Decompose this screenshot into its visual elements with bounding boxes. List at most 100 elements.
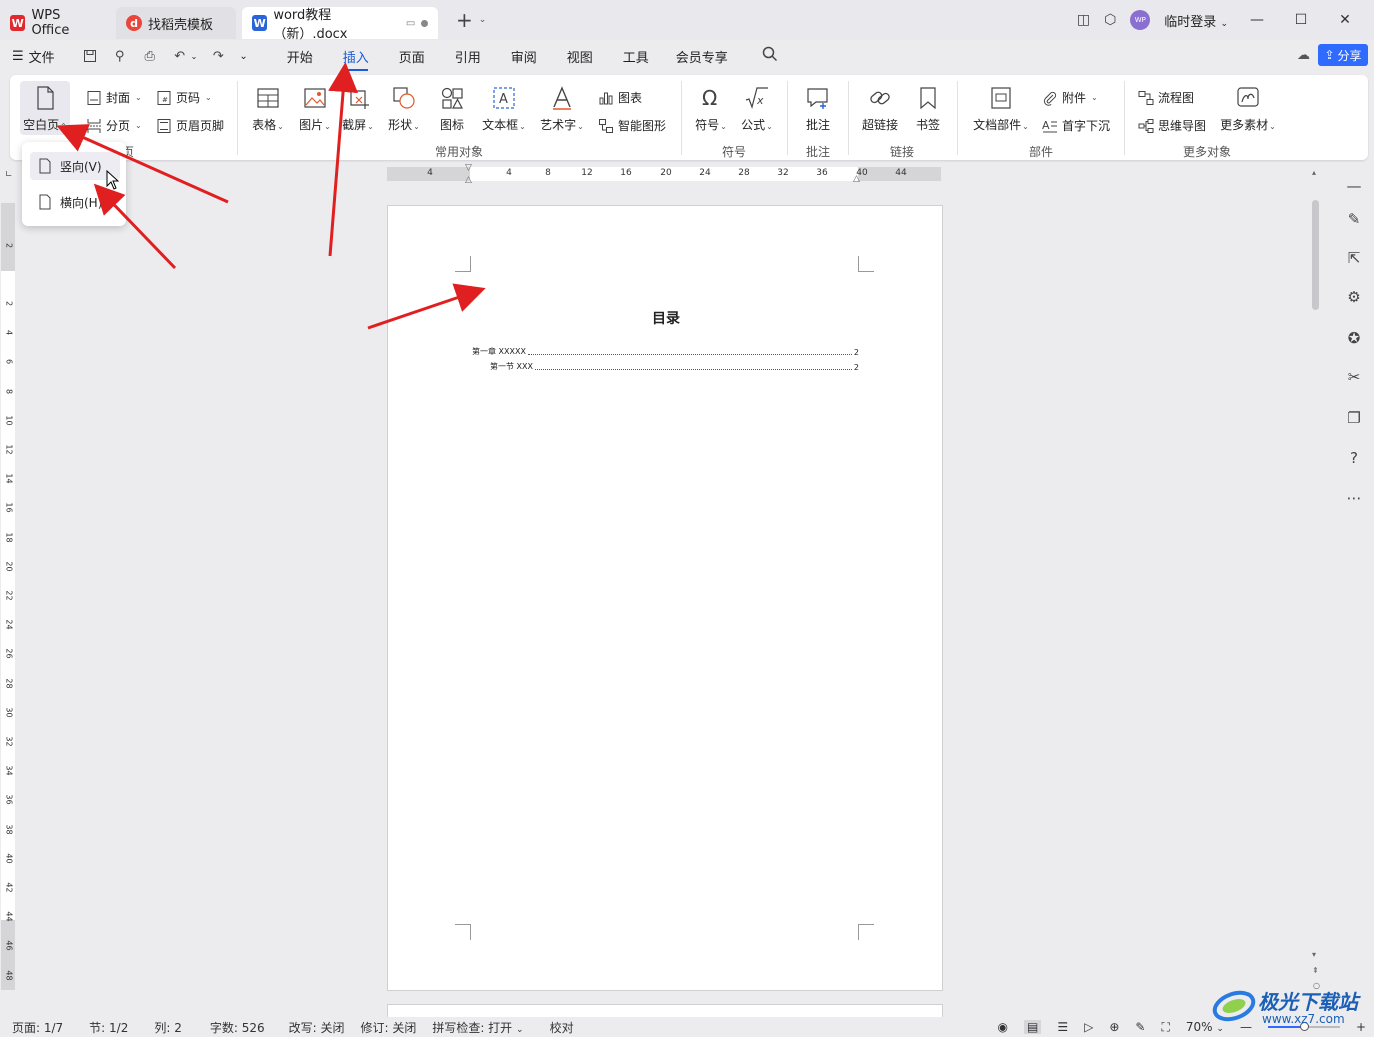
write-mode-icon[interactable]: ✎	[1135, 1020, 1145, 1034]
web-view-icon[interactable]: ⊕	[1109, 1020, 1119, 1034]
group-label-links: 链接	[890, 145, 915, 159]
redo-icon[interactable]: ↷	[209, 47, 227, 65]
layout-icon[interactable]: ◫	[1077, 12, 1090, 28]
flowchart-button[interactable]: 流程图	[1138, 89, 1194, 106]
unsaved-dot-icon[interactable]	[421, 19, 428, 27]
comment-button[interactable]: 批注	[798, 85, 838, 133]
tab-stop-selector[interactable]: ∟	[5, 170, 13, 180]
screenshot-button[interactable]: 截屏⌄	[338, 85, 378, 133]
share-link-icon[interactable]: ⚲	[111, 47, 129, 65]
undo-dropdown-icon[interactable]: ⌄	[191, 52, 198, 61]
formula-button[interactable]: x 公式⌄	[736, 85, 778, 133]
icon-button[interactable]: 图标	[432, 85, 472, 133]
tab-review[interactable]: 审阅	[496, 47, 552, 66]
header-footer-button[interactable]: 页眉页脚	[156, 117, 224, 134]
maximize-icon[interactable]: ☐	[1286, 12, 1316, 28]
outline-view-icon[interactable]: ☰	[1057, 1020, 1068, 1034]
more-icon[interactable]: ⋯	[1343, 487, 1365, 509]
proofread-status[interactable]: 校对	[550, 1019, 574, 1036]
avatar[interactable]: WP	[1130, 10, 1151, 30]
select-pointer-icon[interactable]: ⇱	[1343, 247, 1365, 269]
next-page[interactable]	[387, 1004, 943, 1018]
horizontal-ruler[interactable]: 4 4 8 12 16 20 24 28 32 36 40 44 ▽ △ △	[387, 163, 941, 185]
tab-references[interactable]: 引用	[440, 47, 496, 66]
tab-view[interactable]: 视图	[552, 47, 608, 66]
login-button[interactable]: 临时登录 ⌄	[1164, 11, 1228, 30]
page-number-button[interactable]: # 页码 ⌄	[156, 89, 212, 106]
fit-icon[interactable]: ⛶	[1161, 1020, 1169, 1035]
tab-template[interactable]: d 找稻壳模板	[116, 7, 236, 39]
page-view-icon[interactable]: ▤	[1024, 1020, 1042, 1034]
svg-text:A: A	[499, 92, 508, 107]
indent-marker-icon[interactable]: △	[465, 175, 472, 185]
right-indent-marker-icon[interactable]: △	[853, 174, 860, 184]
landscape-label: 横向(H)	[60, 195, 103, 210]
toc-entry[interactable]: 第一章 XXXXX 2	[472, 346, 859, 357]
tab-wps-office[interactable]: W WPS Office	[0, 7, 110, 39]
book-icon[interactable]: ❐	[1343, 407, 1365, 429]
track-changes-status[interactable]: 修订: 关闭	[360, 1019, 416, 1036]
chevron-down-icon[interactable]: ⌄	[479, 15, 487, 25]
chart-button[interactable]: 图表	[598, 89, 642, 106]
cube-icon[interactable]: ⬡	[1104, 12, 1116, 28]
doc-parts-button[interactable]: 文档部件⌄	[968, 85, 1034, 133]
help-icon[interactable]: ?	[1343, 447, 1365, 469]
textbox-button[interactable]: A 文本框⌄	[478, 85, 530, 133]
collapse-icon[interactable]: —	[1343, 175, 1365, 197]
column-status[interactable]: 列: 2	[154, 1019, 182, 1036]
ruler-tick: 28	[738, 168, 750, 178]
toc-entry[interactable]: 第一节 XXX 2	[490, 361, 859, 372]
print-preview-icon[interactable]: ⎙	[141, 47, 159, 65]
tab-membership[interactable]: 会员专享	[664, 47, 740, 66]
page-status[interactable]: 页面: 1/7	[12, 1019, 63, 1036]
blank-page-button[interactable]: 空白页⌃	[20, 81, 70, 135]
section-status[interactable]: 节: 1/2	[89, 1019, 128, 1036]
symbol-button[interactable]: Ω 符号⌄	[690, 85, 732, 133]
close-icon[interactable]: ✕	[1330, 12, 1360, 28]
bookmark-button[interactable]: 书签	[908, 85, 948, 133]
prev-page-icon[interactable]: ⇞	[1312, 966, 1319, 975]
pen-icon[interactable]: ✎	[1343, 208, 1365, 230]
wordart-button[interactable]: 艺术字⌄	[536, 85, 588, 133]
mindmap-button[interactable]: 思维导图	[1138, 117, 1206, 134]
picture-button[interactable]: 图片⌄	[295, 85, 335, 133]
smart-graphic-button[interactable]: 智能图形	[598, 117, 666, 134]
sliders-icon[interactable]: ⚙	[1343, 286, 1365, 308]
tab-home[interactable]: 开始	[272, 47, 328, 66]
overtype-status[interactable]: 改写: 关闭	[289, 1019, 345, 1036]
file-menu[interactable]: ☰ 文件	[12, 47, 55, 66]
more-material-button[interactable]: 更多素材⌄	[1216, 85, 1280, 133]
tools-icon[interactable]: ✂	[1343, 366, 1365, 388]
shape-button[interactable]: 形状⌄	[384, 85, 424, 133]
more-quick-icon[interactable]: ⌄	[239, 51, 247, 62]
eye-icon[interactable]: ◉	[998, 1020, 1008, 1034]
cloud-icon[interactable]: ☁	[1297, 48, 1310, 63]
tab-document[interactable]: W word教程（新）.docx ▭	[242, 7, 438, 42]
scroll-up-icon[interactable]: ▴	[1312, 168, 1316, 177]
tab-tools[interactable]: 工具	[608, 47, 664, 66]
page-break-button[interactable]: 分页 ⌄	[86, 117, 142, 134]
ribbon: 空白页⌃ 封面 ⌄ # 页码 ⌄ 分页 ⌄ 页眉页脚 页 表格⌄ 图片⌄ 截屏⌄ 形状…	[10, 75, 1368, 160]
ai-icon[interactable]: ✪	[1343, 327, 1365, 349]
hyperlink-button[interactable]: 超链接	[858, 85, 902, 133]
search-icon[interactable]	[762, 46, 778, 66]
tab-page[interactable]: 页面	[384, 47, 440, 66]
drop-cap-button[interactable]: A 首字下沉	[1042, 117, 1110, 134]
share-button[interactable]: ⇪ 分享	[1318, 44, 1368, 66]
vertical-ruler[interactable]: 2 2 4 6 8 10 12 14 16 18 20 22 24 26 28 30 32 34 36 38 40 42 4…	[1, 203, 15, 990]
cover-button[interactable]: 封面 ⌄	[86, 89, 142, 106]
vertical-scrollbar[interactable]	[1312, 200, 1319, 310]
save-icon[interactable]	[81, 47, 99, 65]
document-page[interactable]: 目录 第一章 XXXXX 2 第一节 XXX 2	[387, 205, 943, 991]
new-tab-button[interactable]: +	[456, 8, 473, 32]
indent-marker-icon[interactable]: ▽	[465, 163, 472, 173]
undo-icon[interactable]: ↶	[171, 47, 189, 65]
minimize-icon[interactable]: —	[1242, 12, 1272, 28]
tab-insert[interactable]: 插入	[328, 47, 384, 71]
play-icon[interactable]: ▷	[1084, 1020, 1093, 1034]
scroll-down-icon[interactable]: ▾	[1312, 950, 1316, 959]
table-button[interactable]: 表格⌄	[248, 85, 288, 133]
spellcheck-status[interactable]: 拼写检查: 打开 ⌄	[432, 1019, 523, 1036]
wordcount-status[interactable]: 字数: 526	[210, 1019, 265, 1036]
attachment-button[interactable]: 附件 ⌄	[1042, 89, 1098, 106]
